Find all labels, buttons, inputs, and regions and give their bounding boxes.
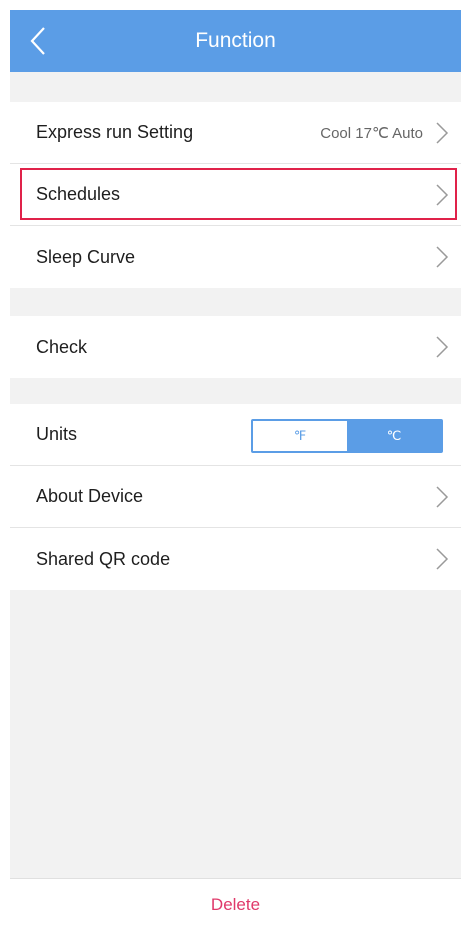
about-device-label: About Device [36, 486, 144, 506]
check-label: Check [36, 336, 88, 357]
chevron-right-icon [436, 184, 449, 206]
fahrenheit-option[interactable]: ℉ [253, 421, 347, 451]
shared-qr-code-row[interactable]: Shared QR code [10, 528, 461, 590]
express-run-setting-row[interactable]: Express run Setting Cool 17℃ Auto [10, 102, 461, 164]
express-run-setting-label: Express run Setting [36, 122, 194, 142]
chevron-right-icon [436, 336, 449, 358]
shared-qr-code-label: Shared QR code [36, 548, 171, 569]
app-screen: Function Express run Setting Cool 17℃ Au… [10, 10, 461, 930]
delete-button[interactable]: Delete [211, 895, 260, 915]
chevron-right-icon [436, 122, 449, 144]
footer-bar: Delete [10, 878, 461, 930]
express-run-setting-value: Cool 17℃ Auto [320, 124, 423, 142]
settings-group-2: Check [10, 316, 461, 378]
check-row[interactable]: Check [10, 316, 461, 378]
settings-group-1: Express run Setting Cool 17℃ Auto Schedu… [10, 102, 461, 288]
sleep-curve-row[interactable]: Sleep Curve [10, 226, 461, 288]
chevron-left-icon [30, 27, 45, 55]
chevron-right-icon [436, 548, 449, 570]
top-bar: Function [10, 10, 461, 72]
chevron-right-icon [436, 246, 449, 268]
settings-group-3: Units ℉ ℃ About Device Shared QR code [10, 404, 461, 590]
sleep-curve-label: Sleep Curve [36, 246, 136, 267]
page-title: Function [195, 29, 276, 52]
schedules-row[interactable]: Schedules [10, 164, 461, 226]
units-label: Units [36, 424, 78, 444]
celsius-option[interactable]: ℃ [347, 421, 441, 451]
schedules-label: Schedules [36, 184, 121, 204]
units-row: Units ℉ ℃ [10, 404, 461, 466]
chevron-right-icon [436, 486, 449, 508]
about-device-row[interactable]: About Device [10, 466, 461, 528]
units-toggle[interactable]: ℉ ℃ [251, 419, 443, 453]
back-button[interactable] [24, 25, 52, 57]
